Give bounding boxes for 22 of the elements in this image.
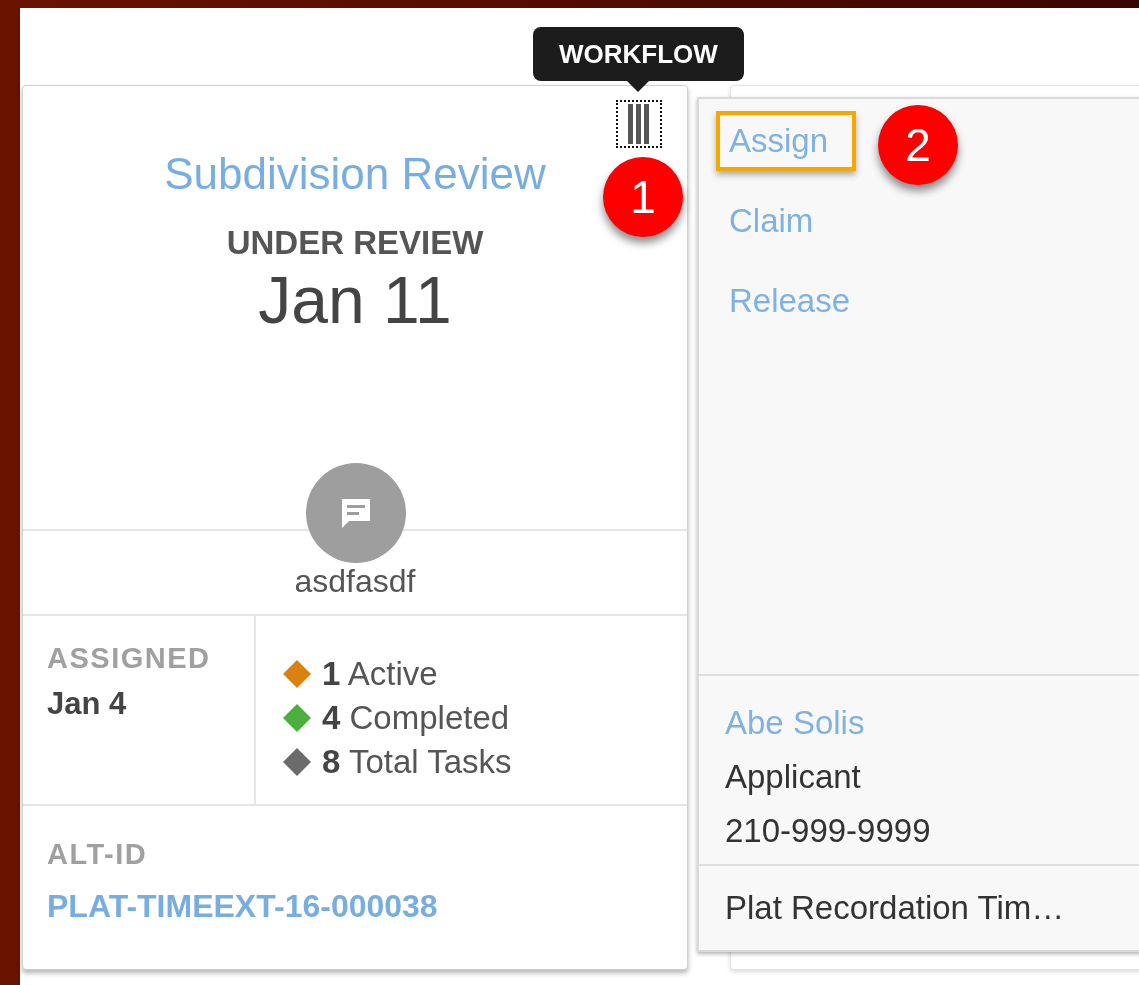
task-name: Plat Recordation Tim… — [725, 889, 1065, 926]
task-count: 8 Total Tasks — [322, 743, 512, 781]
assigned-label: ASSIGNED — [47, 641, 212, 676]
note-text: asdfasdf — [294, 563, 416, 599]
action-link[interactable]: Claim — [716, 191, 842, 251]
action-link[interactable]: Release — [716, 271, 879, 331]
assigned-date: Jan 4 — [47, 686, 128, 722]
action-link[interactable]: Assign — [716, 111, 857, 171]
contact-phone: 210-999-9999 — [725, 811, 932, 851]
record-title[interactable]: Subdivision Review — [164, 148, 546, 200]
tooltip: WORKFLOW — [533, 27, 744, 93]
task-count: 4 Completed — [322, 699, 510, 737]
comment-icon — [339, 497, 373, 529]
due-date: Jan 11 — [258, 262, 452, 338]
alt-id-link[interactable]: PLAT-TIMEEXT-16-000038 — [47, 886, 663, 926]
workflow-button[interactable] — [616, 100, 662, 148]
alt-id-label: ALT-ID — [47, 837, 149, 872]
task-count: 1 Active — [322, 655, 438, 693]
bars-icon — [626, 104, 652, 144]
contact-name[interactable]: Abe Solis — [725, 696, 1115, 750]
contact-role: Applicant — [725, 757, 862, 797]
status-label: UNDER REVIEW — [226, 224, 484, 262]
